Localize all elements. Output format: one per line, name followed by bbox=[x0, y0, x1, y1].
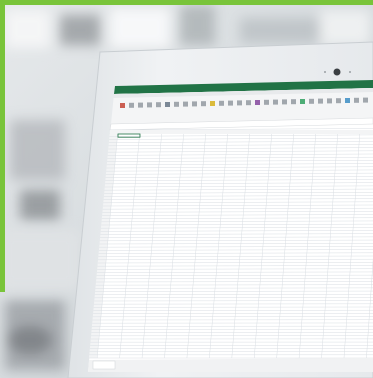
column-header-row bbox=[110, 130, 373, 134]
ribbon-button-icon[interactable] bbox=[147, 102, 152, 108]
ribbon-button-icon[interactable] bbox=[327, 98, 332, 104]
laptop-screen bbox=[88, 80, 373, 372]
ribbon-button-icon[interactable] bbox=[228, 100, 233, 106]
ribbon-button-icon[interactable] bbox=[300, 99, 305, 104]
ribbon-button-icon[interactable] bbox=[129, 102, 134, 108]
ribbon-button-icon[interactable] bbox=[210, 101, 215, 106]
ribbon-button-icon[interactable] bbox=[255, 100, 260, 105]
sheet-tab[interactable] bbox=[92, 360, 116, 370]
ribbon-button-icon[interactable] bbox=[156, 102, 161, 108]
ribbon-button-icon[interactable] bbox=[192, 101, 197, 107]
webcam-icon bbox=[333, 68, 341, 76]
ribbon-button-icon[interactable] bbox=[165, 102, 170, 107]
ribbon-button-icon[interactable] bbox=[282, 99, 287, 105]
ribbon-button-icon[interactable] bbox=[219, 100, 224, 106]
ribbon-button-icon[interactable] bbox=[318, 98, 323, 104]
ribbon-button-icon[interactable] bbox=[201, 101, 206, 107]
ribbon-button-icon[interactable] bbox=[363, 97, 368, 103]
ribbon-button-icon[interactable] bbox=[174, 101, 179, 107]
ribbon-button-icon[interactable] bbox=[237, 100, 242, 106]
ribbon-button-icon[interactable] bbox=[138, 102, 143, 108]
ribbon-button-icon[interactable] bbox=[246, 100, 251, 106]
ribbon-button-icon[interactable] bbox=[273, 99, 278, 105]
photo-scene bbox=[0, 0, 373, 378]
ribbon-button-icon[interactable] bbox=[345, 98, 350, 103]
ribbon-button-icon[interactable] bbox=[336, 98, 341, 104]
ribbon-button-icon[interactable] bbox=[354, 97, 359, 103]
ribbon-button-icon[interactable] bbox=[264, 99, 269, 105]
ribbon-button-icon[interactable] bbox=[120, 103, 125, 108]
sheet-tab-bar bbox=[88, 358, 373, 372]
ribbon-button-icon[interactable] bbox=[291, 99, 296, 105]
ribbon-button-icon[interactable] bbox=[309, 98, 314, 104]
ribbon-button-icon[interactable] bbox=[183, 101, 188, 107]
photo-canvas bbox=[0, 0, 373, 378]
